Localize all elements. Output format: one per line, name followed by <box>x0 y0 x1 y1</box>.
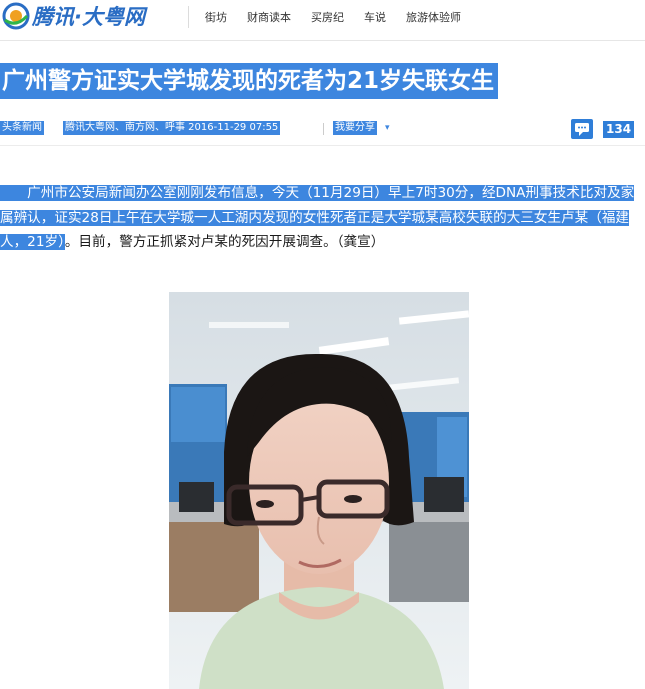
comment-icon[interactable] <box>571 119 593 139</box>
nav-item-caishang[interactable]: 财商读本 <box>247 9 291 25</box>
nav-item-cheshuo[interactable]: 车说 <box>364 9 386 25</box>
share-button[interactable]: 我要分享 <box>333 121 377 135</box>
article-photo <box>169 292 469 689</box>
site-header: 腾讯·大粤网 街坊 财商读本 买房纪 车说 旅游体验师 <box>0 0 645 36</box>
meta-divider-line <box>0 145 645 146</box>
article-title-highlight: 广州警方证实大学城发现的死者为21岁失联女生 <box>0 63 499 99</box>
site-logo[interactable]: 腾讯·大粤网 <box>0 0 145 32</box>
article-title: 广州警方证实大学城发现的死者为21岁失联女生 <box>2 68 495 94</box>
article-meta: 头条新闻 腾讯大粤网、南方网、呼事 2016-11-29 07:55 我要分享 … <box>0 120 645 138</box>
top-nav: 街坊 财商读本 买房纪 车说 旅游体验师 <box>205 9 481 25</box>
comment-count[interactable]: 134 <box>603 121 635 138</box>
article-body: 广州市公安局新闻办公室刚刚发布信息，今天（11月29日）早上7时30分，经DNA… <box>0 181 645 255</box>
nav-item-maifang[interactable]: 买房纪 <box>311 9 344 25</box>
tencent-logo-icon <box>2 2 30 30</box>
body-plain-text: 。目前，警方正抓紧对卢某的死因开展调查。（龚宣） <box>64 234 385 250</box>
share-caret-icon[interactable]: ▾ <box>385 123 390 133</box>
article-source-date: 腾讯大粤网、南方网、呼事 2016-11-29 07:55 <box>63 121 281 135</box>
article-category[interactable]: 头条新闻 <box>0 121 44 135</box>
logo-text: 腾讯·大粤网 <box>32 5 145 29</box>
portrait-photo <box>169 292 469 689</box>
header-divider-line <box>0 40 645 41</box>
header-divider <box>188 6 189 28</box>
comment-bubble-icon <box>575 123 589 136</box>
meta-separator <box>323 123 324 135</box>
nav-item-lvyou[interactable]: 旅游体验师 <box>406 9 461 25</box>
nav-item-jiefang[interactable]: 街坊 <box>205 9 227 25</box>
